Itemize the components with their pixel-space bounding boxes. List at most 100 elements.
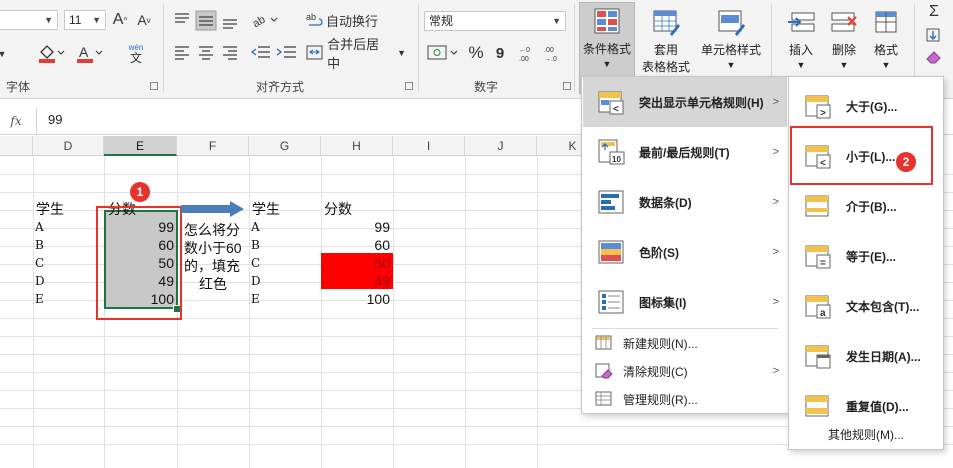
format-button[interactable]: 格式 ▼ <box>866 4 906 70</box>
table-format-label: 套用 <box>653 43 678 57</box>
phonetic-char: 文 <box>129 50 142 65</box>
cell-name[interactable]: E <box>35 290 44 308</box>
menu-label: 图标集(I) <box>639 295 687 310</box>
grid-line <box>249 156 250 468</box>
column-header-g[interactable]: G <box>249 136 321 156</box>
fx-icon[interactable]: fx <box>2 110 30 132</box>
svg-text:=: = <box>820 258 826 269</box>
svg-text:.00: .00 <box>519 56 529 63</box>
cell-score-highlighted[interactable]: 50 <box>324 254 390 272</box>
font-color-button[interactable]: A <box>72 42 106 64</box>
currency-button[interactable] <box>424 42 464 64</box>
decimal-icons[interactable]: ←0 .00 .00 →.0 <box>518 44 566 64</box>
orientation-button[interactable]: ab <box>250 9 280 31</box>
font-name-combo[interactable]: ▼ <box>0 10 58 30</box>
menu-label: 管理规则(R)... <box>623 392 698 407</box>
text-contains-icon: a <box>805 295 831 319</box>
cell-header-score[interactable]: 分数 <box>324 200 352 218</box>
cell-name[interactable]: B <box>35 236 44 254</box>
svg-text:10: 10 <box>612 155 621 164</box>
grid-line <box>465 156 466 468</box>
menu-item-between[interactable]: 介于(B)... <box>790 181 942 231</box>
menu-item-greater-than[interactable]: > 大于(G)... <box>790 81 942 131</box>
cell-header-name[interactable]: 学生 <box>252 200 280 218</box>
menu-item-text-contains[interactable]: a 文本包含(T)... <box>790 281 942 331</box>
menu-item-date-occurring[interactable]: 发生日期(A)... <box>790 331 942 381</box>
svg-text:←0: ←0 <box>519 47 530 54</box>
cell-name[interactable]: C <box>35 254 44 272</box>
formula-input[interactable]: 99 <box>48 112 62 127</box>
font-group-label: 字体 <box>6 80 31 94</box>
column-header-e[interactable]: E <box>104 136 177 156</box>
format-as-table-button[interactable]: 套用 表格格式 <box>636 4 696 75</box>
percent-button[interactable]: % <box>466 42 486 64</box>
color-scales-icon <box>598 240 624 264</box>
cell-name[interactable]: B <box>251 236 260 254</box>
horizontal-align-icons[interactable] <box>172 44 242 62</box>
eraser-icon <box>926 51 941 64</box>
menu-item-equal-to[interactable]: = 等于(E)... <box>790 231 942 281</box>
cell-name[interactable]: E <box>251 290 260 308</box>
clear-button[interactable] <box>922 48 946 66</box>
cell-score-highlighted[interactable]: 49 <box>324 272 390 290</box>
menu-label: 色阶(S) <box>639 245 679 260</box>
number-dialog-launcher[interactable] <box>563 82 571 90</box>
column-header-f[interactable]: F <box>177 136 249 156</box>
menu-item-color-scales[interactable]: 色阶(S) > <box>583 227 787 277</box>
cell-style-label: 单元格样式 <box>700 43 761 57</box>
cell-name[interactable]: A <box>35 218 44 236</box>
borders-button[interactable]: ▼ <box>0 44 8 64</box>
column-header-d[interactable]: D <box>33 136 104 156</box>
vertical-align-icons[interactable] <box>172 10 252 32</box>
number-group-label: 数字 <box>474 80 499 94</box>
shrink-font-icon: A <box>137 12 147 28</box>
cell-score[interactable]: 60 <box>324 236 390 254</box>
merge-center-button[interactable]: 合并后居中 ▼ <box>306 37 406 71</box>
chevron-down-icon: ▼ <box>0 49 7 59</box>
insert-button[interactable]: 插入 ▼ <box>780 4 822 70</box>
menu-item-more-rules[interactable]: 其他规则(M)... <box>790 423 942 445</box>
font-dialog-launcher[interactable] <box>150 82 158 90</box>
grow-font-button[interactable]: A ^ <box>110 9 130 31</box>
column-header-j[interactable]: J <box>465 136 537 156</box>
menu-label: 介于(B)... <box>846 199 897 214</box>
align-dialog-launcher[interactable] <box>405 82 413 90</box>
menu-item-new-rule[interactable]: 新建规则(N)... <box>583 329 787 357</box>
delete-button[interactable]: 删除 ▼ <box>824 4 864 70</box>
autosum-button[interactable]: Σ <box>922 2 946 22</box>
cell-score[interactable]: 100 <box>324 290 390 308</box>
column-header-i[interactable]: I <box>393 136 465 156</box>
phonetic-button[interactable]: wén 文 <box>116 42 156 66</box>
cell-name[interactable]: D <box>35 272 45 290</box>
step-badge-1: 1 <box>130 182 150 202</box>
cell-name[interactable]: A <box>251 218 260 236</box>
menu-item-manage-rules[interactable]: 管理规则(R)... <box>583 385 787 413</box>
cell-name[interactable]: C <box>251 254 260 272</box>
column-header-h[interactable]: H <box>321 136 393 156</box>
wrap-text-button[interactable]: ab 自动换行 <box>306 9 378 31</box>
menu-item-clear-rules[interactable]: 清除规则(C) > <box>583 357 787 385</box>
align-group-label: 对齐方式 <box>256 80 305 94</box>
menu-item-highlight-rules[interactable]: < 突出显示单元格规则(H) > <box>583 77 787 127</box>
menu-item-icon-sets[interactable]: 图标集(I) > <box>583 277 787 327</box>
between-icon <box>805 195 829 217</box>
menu-item-top-bottom[interactable]: 10 最前/最后规则(T) > <box>583 127 787 177</box>
font-size-combo[interactable]: 11 ▼ <box>64 10 106 30</box>
comma-style-button[interactable]: 9 <box>490 42 510 64</box>
row-header-corner <box>0 136 33 156</box>
fill-color-button[interactable] <box>34 42 68 64</box>
cell-styles-button[interactable]: 单元格样式 ▼ <box>700 4 762 70</box>
cell-score[interactable]: 99 <box>324 218 390 236</box>
font-color-icon: A <box>77 44 103 63</box>
shrink-font-button[interactable]: Av <box>134 9 154 31</box>
delete-label: 删除 <box>831 43 856 57</box>
fill-button[interactable] <box>922 26 946 44</box>
menu-label: 发生日期(A)... <box>846 349 921 364</box>
chevron-right-icon: > <box>772 196 779 208</box>
indent-icons[interactable] <box>250 44 300 62</box>
cell-header-name[interactable]: 学生 <box>36 200 64 218</box>
menu-item-data-bars[interactable]: 数据条(D) > <box>583 177 787 227</box>
grow-font-icon: A <box>112 11 124 28</box>
cell-name[interactable]: D <box>251 272 261 290</box>
number-format-combo[interactable]: 常规 ▼ <box>424 11 566 31</box>
